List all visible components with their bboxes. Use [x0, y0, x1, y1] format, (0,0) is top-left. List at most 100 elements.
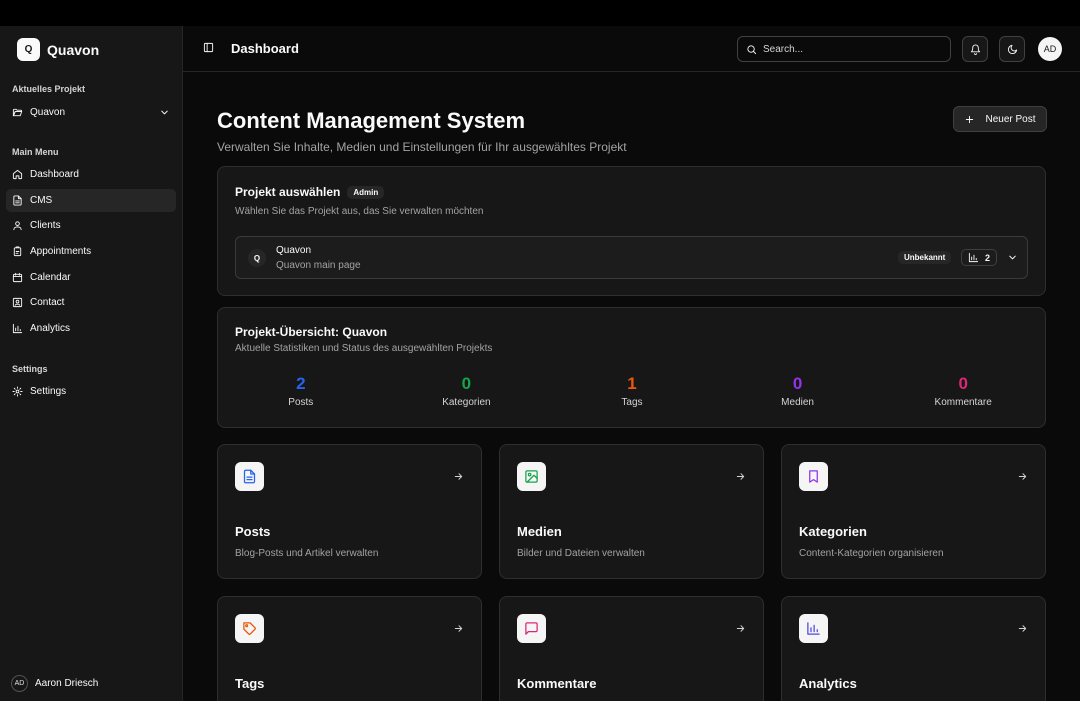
bar-chart-icon [968, 252, 979, 263]
window-top-bar [0, 0, 1080, 26]
project-description: Quavon main page [276, 260, 361, 271]
sidebar-item-calendar[interactable]: Calendar [6, 266, 176, 289]
stat-media: 0 Medien [715, 374, 881, 408]
project-card-title: Projekt auswählen [235, 185, 341, 199]
sidebar-item-contact[interactable]: Contact [6, 291, 176, 314]
tile-comments[interactable]: Kommentare [499, 596, 764, 701]
user-avatar-button[interactable]: AD [1038, 37, 1062, 61]
page-title: Content Management System [217, 108, 526, 133]
chevron-down-icon [159, 107, 170, 118]
project-selector[interactable]: Q Quavon Quavon main page Unbekannt 2 [235, 236, 1028, 279]
sidebar-item-appointments[interactable]: Appointments [6, 240, 176, 263]
gear-icon [12, 386, 23, 397]
sidebar-item-dashboard[interactable]: Dashboard [6, 163, 176, 186]
moon-icon [1007, 44, 1018, 55]
overview-description: Aktuelle Statistiken und Status des ausg… [235, 343, 493, 354]
message-icon [525, 622, 538, 635]
project-section-label: Aktuelles Projekt [12, 84, 86, 94]
search-input[interactable] [763, 43, 942, 55]
settings-section-label: Settings [12, 364, 48, 374]
sidebar-item-label: Clients [30, 220, 61, 232]
folder-open-icon [12, 107, 23, 118]
tile-posts[interactable]: Posts Blog-Posts und Artikel verwalten [217, 444, 482, 579]
sidebar-toggle-icon[interactable] [203, 42, 214, 53]
tile-analytics[interactable]: Analytics [781, 596, 1046, 701]
tile-icon-box [235, 462, 264, 491]
arrow-right-icon [735, 471, 746, 482]
tile-icon-box [799, 462, 828, 491]
tile-title: Kategorien [799, 524, 867, 539]
user-menu[interactable]: AD Aaron Driesch [11, 675, 98, 692]
stats-row: 2 Posts 0 Kategorien 1 Tags 0 Medien 0 K… [218, 374, 1046, 408]
search-box [737, 36, 951, 62]
tile-title: Tags [235, 676, 265, 691]
bookmark-icon [809, 470, 818, 483]
calendar-icon [12, 272, 23, 283]
tile-icon-box [235, 614, 264, 643]
project-switcher-label: Quavon [30, 106, 66, 118]
project-overview-card: Projekt-Übersicht: Quavon Aktuelle Stati… [217, 307, 1046, 428]
stat-value: 2 [296, 374, 306, 393]
tile-media[interactable]: Medien Bilder und Dateien verwalten [499, 444, 764, 579]
sidebar-item-label: Calendar [30, 271, 71, 283]
sidebar-item-label: Appointments [30, 246, 92, 258]
tile-icon-box [517, 614, 546, 643]
tile-icon-box [799, 614, 828, 643]
stat-comments: 0 Kommentare [880, 374, 1046, 408]
tile-description: Content-Kategorien organisieren [799, 548, 944, 559]
stat-value: 1 [627, 374, 637, 393]
sidebar-item-analytics[interactable]: Analytics [6, 317, 176, 340]
file-text-icon [12, 195, 23, 206]
stat-tags: 1 Tags [549, 374, 715, 408]
stat-label: Kommentare [934, 397, 992, 408]
role-badge: Admin [347, 185, 385, 199]
tile-categories[interactable]: Kategorien Content-Kategorien organisier… [781, 444, 1046, 579]
new-post-button[interactable]: Neuer Post [953, 106, 1047, 132]
clipboard-icon [12, 246, 23, 257]
project-logo: Q [248, 249, 266, 267]
arrow-right-icon [1017, 623, 1028, 634]
stat-label: Tags [621, 397, 643, 408]
post-count-badge: 2 [961, 249, 998, 266]
stat-value: 0 [792, 374, 803, 393]
user-name: Aaron Driesch [35, 678, 99, 689]
tile-title: Medien [517, 524, 562, 539]
sidebar: Q Quavon Aktuelles Projekt Quavon Main M… [0, 26, 183, 701]
theme-toggle-button[interactable] [999, 36, 1025, 62]
arrow-right-icon [735, 623, 746, 634]
tile-description: Bilder und Dateien verwalten [517, 548, 645, 559]
project-switcher[interactable]: Quavon [6, 102, 176, 122]
project-select-card: Projekt auswählen Admin Wählen Sie das P… [217, 166, 1046, 296]
page-subtitle: Verwalten Sie Inhalte, Medien und Einste… [217, 140, 627, 154]
stat-posts: 2 Posts [218, 374, 384, 408]
sidebar-item-label: CMS [30, 194, 53, 206]
arrow-right-icon [1017, 471, 1028, 482]
sidebar-item-label: Settings [30, 386, 67, 397]
contact-icon [12, 297, 23, 308]
arrow-right-icon [453, 471, 464, 482]
tile-title: Posts [235, 524, 271, 539]
new-post-label: Neuer Post [985, 113, 1036, 125]
search-icon [746, 44, 757, 55]
bar-chart-icon [12, 323, 23, 334]
avatar: AD [11, 675, 28, 692]
brand-logo: Q [17, 38, 40, 61]
sidebar-item-label: Analytics [30, 323, 71, 335]
tag-icon [243, 622, 256, 635]
main-menu: Dashboard CMS Clients Appointments Calen… [6, 163, 176, 343]
project-name: Quavon [276, 245, 312, 256]
sidebar-item-clients[interactable]: Clients [6, 214, 176, 237]
arrow-right-icon [453, 623, 464, 634]
image-icon [525, 470, 538, 483]
stat-value: 0 [958, 374, 968, 393]
bar-chart-icon [807, 622, 820, 635]
overview-title: Projekt-Übersicht: Quavon [235, 325, 388, 339]
tile-tags[interactable]: Tags [217, 596, 482, 701]
header: Dashboard AD [183, 26, 1080, 72]
sidebar-item-cms[interactable]: CMS [6, 188, 176, 212]
notifications-button[interactable] [962, 36, 988, 62]
brand[interactable]: Q Quavon [17, 38, 99, 61]
tile-title: Kommentare [517, 676, 597, 691]
chevron-down-icon [1007, 252, 1018, 263]
sidebar-item-settings[interactable]: Settings [6, 380, 176, 403]
